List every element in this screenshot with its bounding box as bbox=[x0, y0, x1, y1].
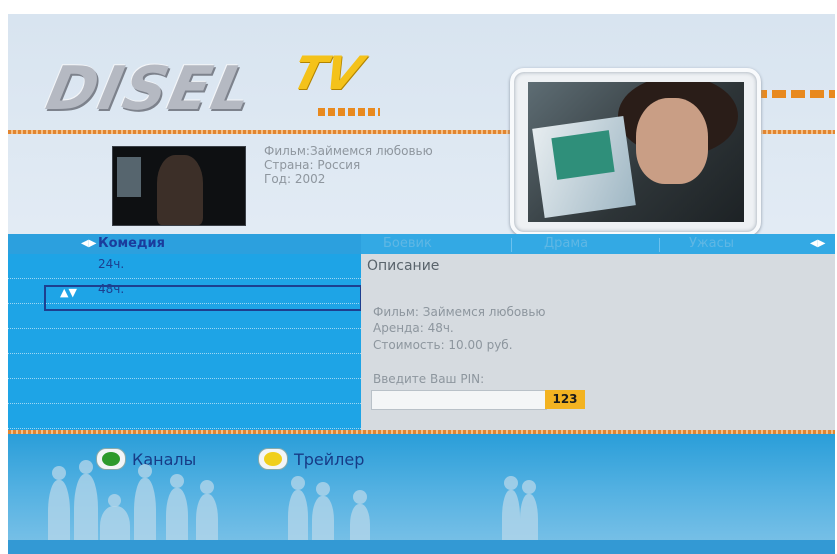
list-item-label: 24ч. bbox=[98, 257, 125, 271]
tab-right-arrows-icon[interactable]: ◀▶ bbox=[810, 238, 825, 249]
description-title: Описание bbox=[367, 258, 440, 274]
movie-info: Фильм:Займемся любовью Страна: Россия Го… bbox=[264, 144, 433, 186]
tab-comedy[interactable]: ◀▶ Комедия bbox=[8, 234, 361, 254]
list-selection-highlight[interactable] bbox=[44, 285, 362, 311]
footer-base bbox=[8, 540, 835, 554]
people-silhouette-head bbox=[138, 464, 152, 478]
people-silhouette bbox=[74, 474, 98, 550]
people-silhouette-head bbox=[291, 476, 305, 490]
logo-tv-text: TV bbox=[286, 46, 369, 100]
people-silhouette-head bbox=[170, 474, 184, 488]
preview-frame bbox=[510, 68, 761, 236]
list-item-empty bbox=[8, 379, 361, 404]
header-dashes-decoration bbox=[753, 90, 835, 98]
rental-period-list: 24ч. 48ч. bbox=[8, 254, 361, 430]
thumbnail-figure bbox=[157, 155, 203, 225]
trailer-button[interactable]: Трейлер bbox=[258, 448, 364, 470]
trailer-label: Трейлер bbox=[294, 449, 365, 469]
movie-year: Год: 2002 bbox=[264, 172, 326, 186]
people-silhouette-head bbox=[108, 494, 121, 507]
list-item[interactable]: 24ч. bbox=[8, 254, 361, 279]
logo-dots-decoration bbox=[318, 108, 380, 116]
thumbnail-window bbox=[117, 157, 141, 197]
list-item-empty bbox=[8, 404, 361, 429]
people-silhouette-head bbox=[504, 476, 518, 490]
tab-comedy-label: Комедия bbox=[98, 236, 165, 251]
tv-screen: DISEL TV Фильм:Займемся любовью Страна: … bbox=[8, 14, 835, 554]
tab-separator bbox=[511, 238, 512, 252]
movie-thumbnail bbox=[112, 146, 246, 226]
people-silhouette-head bbox=[200, 480, 214, 494]
tab-left-arrows-icon: ◀▶ bbox=[81, 238, 97, 249]
green-button-icon bbox=[96, 448, 126, 470]
people-silhouette-head bbox=[79, 460, 93, 474]
preview-book-page bbox=[551, 130, 615, 180]
movie-country: Страна: Россия bbox=[264, 158, 361, 172]
disel-tv-logo: DISEL TV bbox=[41, 46, 380, 126]
footer-bar: Каналы Трейлер bbox=[8, 434, 835, 554]
description-rent: Аренда: 48ч. bbox=[373, 321, 454, 335]
preview-figure-face bbox=[636, 98, 708, 184]
pin-input[interactable] bbox=[371, 390, 547, 410]
pin-value[interactable]: 123 bbox=[545, 390, 585, 409]
preview-video bbox=[528, 82, 744, 222]
tab-separator bbox=[659, 238, 660, 252]
people-silhouette-head bbox=[316, 482, 330, 496]
logo-main-text: DISEL bbox=[40, 54, 261, 124]
description-film: Фильм: Займемся любовью bbox=[373, 305, 546, 319]
description-cost: Стоимость: 10.00 руб. bbox=[373, 338, 513, 352]
list-item-empty bbox=[8, 354, 361, 379]
tab-drama[interactable]: Драма bbox=[544, 236, 588, 251]
people-silhouette-head bbox=[353, 490, 367, 504]
up-down-arrow-icon: ▲▼ bbox=[60, 286, 77, 299]
pin-label: Введите Ваш PIN: bbox=[373, 372, 485, 386]
movie-title: Фильм:Займемся любовью bbox=[264, 144, 433, 158]
list-item-empty bbox=[8, 329, 361, 354]
genre-tabs: ◀▶ Комедия Боевик Драма Ужасы ◀▶ bbox=[8, 234, 835, 254]
yellow-button-icon bbox=[258, 448, 288, 470]
people-silhouette-head bbox=[52, 466, 66, 480]
tab-action[interactable]: Боевик bbox=[383, 236, 432, 251]
tab-horror[interactable]: Ужасы bbox=[689, 236, 734, 251]
description-panel: Описание Фильм: Займемся любовью Аренда:… bbox=[361, 254, 835, 430]
people-silhouette-head bbox=[522, 480, 536, 494]
